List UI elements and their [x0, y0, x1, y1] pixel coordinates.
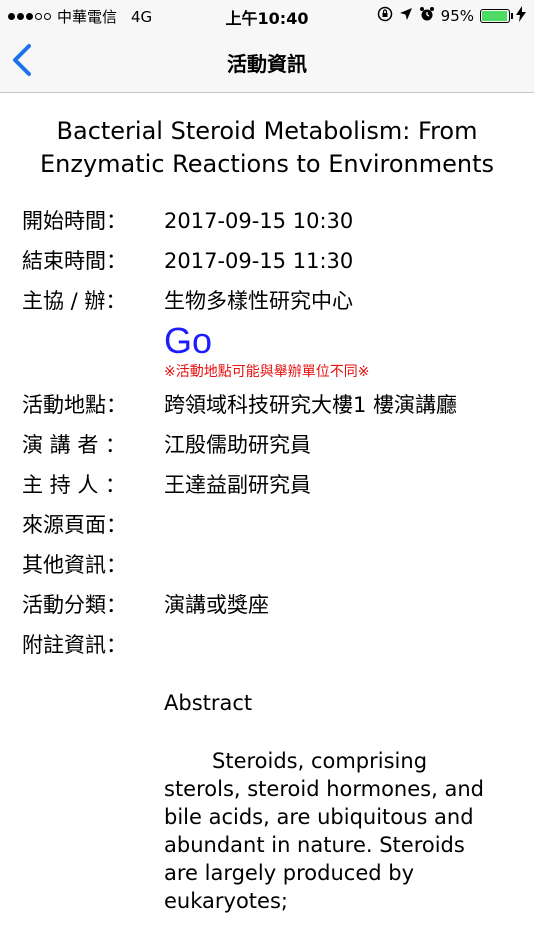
host-label: 主 持 人 ：: [22, 473, 127, 497]
category-row: 活動分類： 演講或獎座: [22, 591, 534, 619]
other-info-label: 其他資訊：: [22, 553, 127, 577]
host-row: 主 持 人 ： 王達益副研究員: [22, 471, 534, 499]
other-info-row: 其他資訊：: [22, 551, 534, 579]
notes-label: 附註資訊：: [22, 633, 127, 657]
start-time-value: 2017-09-15 10:30: [164, 209, 354, 233]
start-time-label: 開始時間：: [22, 209, 127, 233]
status-bar: 中華電信 4G 上午10:40 95%: [0, 0, 534, 30]
source-page-row: 來源頁面：: [22, 511, 534, 539]
category-label: 活動分類：: [22, 593, 127, 617]
category-value: 演講或獎座: [164, 593, 269, 617]
charging-bolt-icon: [516, 6, 526, 26]
battery-percent: 95%: [440, 7, 474, 25]
navigation-bar: 活動資訊: [0, 30, 534, 93]
organizer-row: 主協 / 辦： 生物多樣性研究中心: [22, 287, 534, 315]
end-time-label: 結束時間：: [22, 249, 127, 273]
status-right: 95%: [377, 6, 526, 26]
page-title: 活動資訊: [227, 52, 307, 76]
alarm-icon: [419, 6, 435, 26]
end-time-value: 2017-09-15 11:30: [164, 249, 354, 273]
battery-icon: [480, 9, 513, 23]
location-label: 活動地點：: [22, 393, 127, 417]
abstract-heading: Abstract: [164, 691, 253, 715]
end-time-row: 結束時間： 2017-09-15 11:30: [22, 247, 534, 275]
location-row: 活動地點： 跨領域科技研究大樓1 樓演講廳: [22, 391, 534, 419]
go-link[interactable]: Go: [164, 319, 212, 363]
event-detail: Bacterial Steroid Metabolism: From Enzym…: [0, 93, 534, 915]
go-block: Go ※活動地點可能與舉辦單位不同※: [164, 319, 534, 381]
abstract-section: Abstract Steroids, comprising sterols, s…: [164, 689, 504, 915]
start-time-row: 開始時間： 2017-09-15 10:30: [22, 207, 534, 235]
speaker-label: 演 講 者 ：: [22, 433, 127, 457]
notes-row: 附註資訊：: [22, 631, 534, 659]
source-page-label: 來源頁面：: [22, 513, 127, 537]
location-arrow-icon: [399, 7, 413, 25]
location-value: 跨領域科技研究大樓1 樓演講廳: [164, 393, 458, 417]
organizer-label: 主協 / 辦：: [22, 289, 127, 313]
rotation-lock-icon: [377, 6, 393, 26]
speaker-value: 江殷儒助研究員: [164, 433, 311, 457]
event-title: Bacterial Steroid Metabolism: From Enzym…: [39, 117, 494, 178]
host-value: 王達益副研究員: [164, 473, 311, 497]
speaker-row: 演 講 者 ： 江殷儒助研究員: [22, 431, 534, 459]
location-warning-note: ※活動地點可能與舉辦單位不同※: [164, 364, 370, 380]
organizer-value: 生物多樣性研究中心: [164, 289, 353, 313]
abstract-body: Steroids, comprising sterols, steroid ho…: [164, 749, 484, 913]
